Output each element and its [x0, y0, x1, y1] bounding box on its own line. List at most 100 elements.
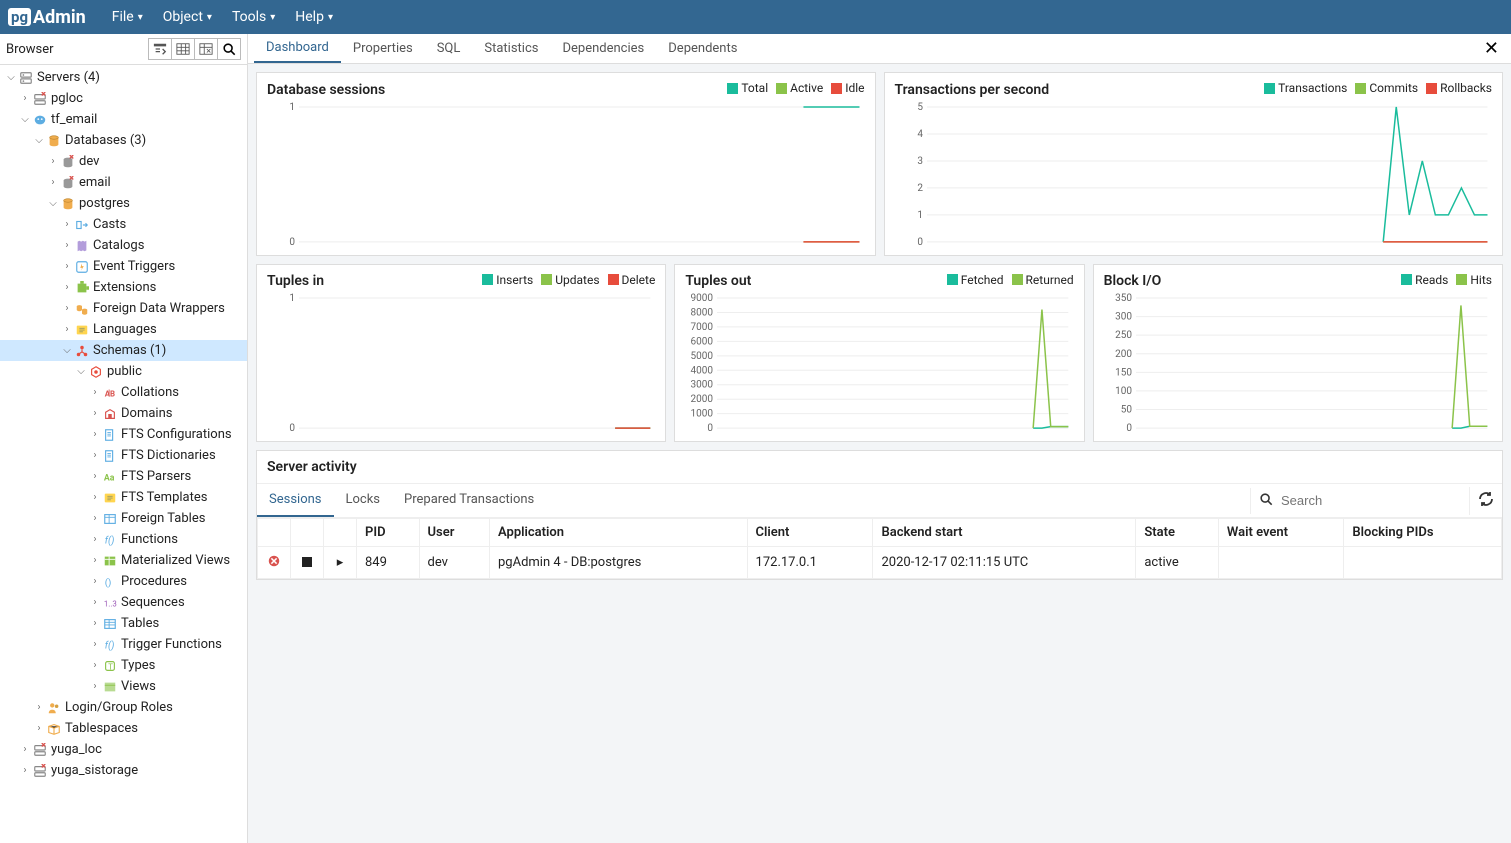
tree-node-tf_email[interactable]: ⌵tf_email — [0, 109, 247, 130]
tree-node-tablespaces[interactable]: ›Tablespaces — [0, 718, 247, 739]
tree-node-procedures[interactable]: ›()Procedures — [0, 571, 247, 592]
cancel-button[interactable] — [299, 554, 315, 570]
column-header[interactable]: Client — [747, 519, 873, 547]
tree-node-domains[interactable]: ›Domains — [0, 403, 247, 424]
expand-icon[interactable]: › — [88, 513, 102, 524]
column-header[interactable]: Backend start — [873, 519, 1136, 547]
collapse-icon[interactable]: ⌵ — [46, 198, 60, 209]
tree-node-casts[interactable]: ›Casts — [0, 214, 247, 235]
tree-node-dev[interactable]: ›dev — [0, 151, 247, 172]
tab-properties[interactable]: Properties — [341, 35, 425, 62]
expand-icon[interactable]: › — [60, 324, 74, 335]
expand-icon[interactable]: › — [88, 576, 102, 587]
tree-node-tables[interactable]: ›Tables — [0, 613, 247, 634]
toolbar-search-button[interactable] — [217, 38, 241, 60]
toolbar-query-tool-button[interactable] — [148, 38, 172, 60]
tree-node-pgloc[interactable]: ›pgloc — [0, 88, 247, 109]
tree-node-fts_templates[interactable]: ›FTS Templates — [0, 487, 247, 508]
tree-node-public[interactable]: ⌵public — [0, 361, 247, 382]
collapse-icon[interactable]: ⌵ — [4, 72, 18, 83]
tree-node-yuga_sistorage[interactable]: ›yuga_sistorage — [0, 760, 247, 781]
tree-node-schemas[interactable]: ⌵Schemas (1) — [0, 340, 247, 361]
tree-node-extensions[interactable]: ›Extensions — [0, 277, 247, 298]
expand-icon[interactable]: › — [46, 177, 60, 188]
menu-help[interactable]: Help▾ — [285, 9, 343, 25]
tree-node-trigger_funcs[interactable]: ›f()Trigger Functions — [0, 634, 247, 655]
column-header[interactable]: PID — [357, 519, 420, 547]
activity-tab-sessions[interactable]: Sessions — [257, 484, 334, 517]
activity-tab-prepared[interactable]: Prepared Transactions — [392, 484, 546, 517]
expand-icon[interactable]: › — [88, 597, 102, 608]
expand-icon[interactable]: › — [18, 744, 32, 755]
table-row[interactable]: ▸ 849 dev pgAdmin 4 - DB:postgres 172.17… — [258, 547, 1502, 579]
expand-icon[interactable]: › — [88, 534, 102, 545]
expand-icon[interactable]: › — [88, 492, 102, 503]
expand-icon[interactable]: › — [60, 219, 74, 230]
toolbar-filter-button[interactable] — [194, 38, 218, 60]
refresh-button[interactable] — [1469, 487, 1502, 515]
tree-node-foreign_tables[interactable]: ›Foreign Tables — [0, 508, 247, 529]
expand-icon[interactable]: › — [88, 639, 102, 650]
tab-dependencies[interactable]: Dependencies — [550, 35, 656, 62]
tree-node-languages[interactable]: ›Languages — [0, 319, 247, 340]
column-header[interactable]: User — [419, 519, 490, 547]
tree-node-yuga_loc[interactable]: ›yuga_loc — [0, 739, 247, 760]
menu-tools[interactable]: Tools▾ — [222, 9, 285, 25]
expand-icon[interactable]: › — [88, 408, 102, 419]
tree-node-event_triggers[interactable]: ›Event Triggers — [0, 256, 247, 277]
tree-node-views[interactable]: ›Views — [0, 676, 247, 697]
expand-icon[interactable]: › — [32, 702, 46, 713]
tree-node-fts_dict[interactable]: ›FTS Dictionaries — [0, 445, 247, 466]
tab-dashboard[interactable]: Dashboard — [254, 34, 341, 63]
tree-node-fts_parsers[interactable]: ›AaFTS Parsers — [0, 466, 247, 487]
column-header[interactable]: Application — [490, 519, 748, 547]
expand-row-button[interactable]: ▸ — [332, 555, 348, 571]
menu-object[interactable]: Object▾ — [153, 9, 222, 25]
activity-tab-locks[interactable]: Locks — [334, 484, 393, 517]
terminate-button[interactable] — [266, 553, 282, 569]
column-header[interactable]: State — [1136, 519, 1219, 547]
expand-icon[interactable]: › — [60, 282, 74, 293]
collapse-icon[interactable]: ⌵ — [60, 345, 74, 356]
expand-icon[interactable]: › — [32, 723, 46, 734]
expand-icon[interactable]: › — [88, 660, 102, 671]
tab-sql[interactable]: SQL — [425, 35, 473, 62]
expand-icon[interactable]: › — [60, 240, 74, 251]
tree-node-postgres[interactable]: ⌵postgres — [0, 193, 247, 214]
activity-search-input[interactable] — [1281, 493, 1461, 508]
expand-icon[interactable]: › — [88, 387, 102, 398]
expand-icon[interactable]: › — [88, 681, 102, 692]
tab-dependents[interactable]: Dependents — [656, 35, 749, 62]
menu-file[interactable]: File▾ — [102, 9, 153, 25]
column-header[interactable]: Wait event — [1218, 519, 1343, 547]
expand-icon[interactable]: › — [60, 261, 74, 272]
tree-node-fdw[interactable]: ›Foreign Data Wrappers — [0, 298, 247, 319]
tree-node-fts_conf[interactable]: ›FTS Configurations — [0, 424, 247, 445]
expand-icon[interactable]: › — [18, 93, 32, 104]
tree-node-databases[interactable]: ⌵Databases (3) — [0, 130, 247, 151]
collapse-icon[interactable]: ⌵ — [32, 135, 46, 146]
close-panel-button[interactable]: ✕ — [1478, 38, 1505, 59]
expand-icon[interactable]: › — [18, 765, 32, 776]
expand-icon[interactable]: › — [88, 555, 102, 566]
collapse-icon[interactable]: ⌵ — [74, 366, 88, 377]
tree-node-mat_views[interactable]: ›Materialized Views — [0, 550, 247, 571]
expand-icon[interactable]: › — [60, 303, 74, 314]
toolbar-view-data-button[interactable] — [171, 38, 195, 60]
tree-node-servers[interactable]: ⌵Servers (4) — [0, 67, 247, 88]
tree-node-email[interactable]: ›email — [0, 172, 247, 193]
tree-node-sequences[interactable]: ›1..3Sequences — [0, 592, 247, 613]
expand-icon[interactable]: › — [46, 156, 60, 167]
object-tree[interactable]: ⌵Servers (4)›pgloc⌵tf_email⌵Databases (3… — [0, 65, 247, 843]
expand-icon[interactable]: › — [88, 618, 102, 629]
tree-node-catalogs[interactable]: ›Catalogs — [0, 235, 247, 256]
column-header[interactable]: Blocking PIDs — [1344, 519, 1502, 547]
expand-icon[interactable]: › — [88, 450, 102, 461]
tree-node-types[interactable]: ›TTypes — [0, 655, 247, 676]
tab-statistics[interactable]: Statistics — [472, 35, 550, 62]
tree-node-collations[interactable]: ›ABCollations — [0, 382, 247, 403]
expand-icon[interactable]: › — [88, 429, 102, 440]
tree-node-login_roles[interactable]: ›Login/Group Roles — [0, 697, 247, 718]
collapse-icon[interactable]: ⌵ — [18, 114, 32, 125]
expand-icon[interactable]: › — [88, 471, 102, 482]
